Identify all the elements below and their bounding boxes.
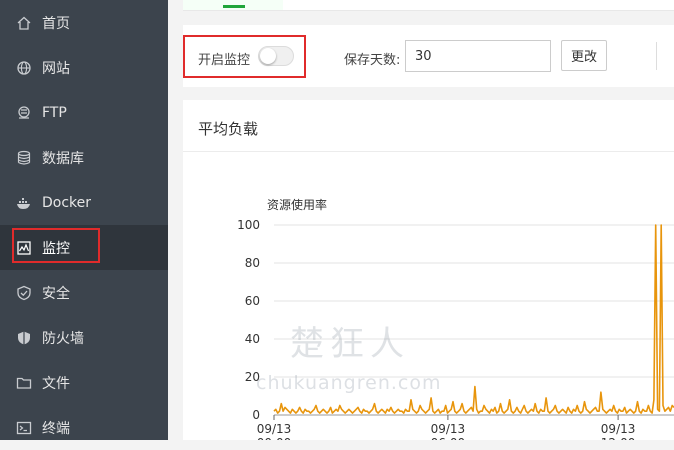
- sidebar-item-label: 防火墙: [42, 330, 84, 347]
- x-tick-label: 09/13: [257, 422, 292, 436]
- globe-icon: [15, 59, 33, 77]
- firewall-icon: [15, 329, 33, 347]
- y-tick-label: 40: [245, 332, 260, 346]
- sidebar-item-docker[interactable]: Docker: [0, 180, 168, 225]
- sidebar-item-firewall[interactable]: 防火墙: [0, 315, 168, 360]
- watermark-logo: 楚狂人: [290, 324, 410, 364]
- sidebar-item-label: 网站: [42, 60, 70, 77]
- docker-icon: [15, 194, 33, 212]
- watermark-text: chukuangren.com: [256, 372, 442, 394]
- sidebar-item-database[interactable]: 数据库: [0, 135, 168, 180]
- shield-icon: [15, 284, 33, 302]
- sidebar-item-ftp[interactable]: FTP: [0, 90, 168, 135]
- change-button[interactable]: 更改: [561, 40, 607, 71]
- ftp-icon: [15, 104, 33, 122]
- top-tab-strip: [183, 0, 674, 11]
- sidebar-item-label: 文件: [42, 375, 70, 392]
- sidebar-item-label: Docker: [42, 194, 92, 211]
- sidebar-item-label: 首页: [42, 15, 70, 32]
- sidebar-item-home[interactable]: 首页: [0, 0, 168, 45]
- y-tick-label: 0: [252, 408, 260, 422]
- y-tick-label: 60: [245, 294, 260, 308]
- database-icon: [15, 149, 33, 167]
- sidebar-item-website[interactable]: 网站: [0, 45, 168, 90]
- retention-days-label: 保存天数:: [344, 53, 401, 68]
- active-tab-indicator: [223, 5, 245, 8]
- x-tick-label: 09/13: [431, 422, 466, 436]
- monitor-highlight-box: [12, 228, 100, 263]
- sidebar-item-files[interactable]: 文件: [0, 360, 168, 405]
- sidebar-item-terminal[interactable]: 终端: [0, 405, 168, 450]
- y-axis-label: 资源使用率: [267, 197, 327, 212]
- sidebar-item-label: 安全: [42, 285, 70, 302]
- x-tick-label: 12:00: [601, 436, 636, 440]
- sidebar-item-label: 数据库: [42, 150, 84, 167]
- monitor-controls: 开启监控 保存天数: 更改: [183, 25, 674, 87]
- toggle-knob: [260, 48, 276, 64]
- y-tick-label: 100: [237, 218, 260, 232]
- home-icon: [15, 14, 33, 32]
- sidebar-item-label: 终端: [42, 420, 70, 437]
- y-tick-label: 80: [245, 256, 260, 270]
- folder-icon: [15, 374, 33, 392]
- sidebar-item-security[interactable]: 安全: [0, 270, 168, 315]
- enable-monitor-label: 开启监控: [198, 53, 251, 68]
- x-tick-label: 09/13: [601, 422, 636, 436]
- sidebar: 首页 网站 FTP 数据库 Docker 监控 安全 防火墙 文件 终端: [0, 0, 168, 440]
- sidebar-item-label: FTP: [42, 104, 67, 121]
- x-tick-label: 00:00: [257, 436, 292, 440]
- terminal-icon: [15, 419, 33, 437]
- retention-days-input[interactable]: [405, 40, 551, 72]
- enable-monitor-toggle[interactable]: [258, 46, 294, 66]
- x-tick-label: 06:00: [431, 436, 466, 440]
- divider: [656, 42, 657, 70]
